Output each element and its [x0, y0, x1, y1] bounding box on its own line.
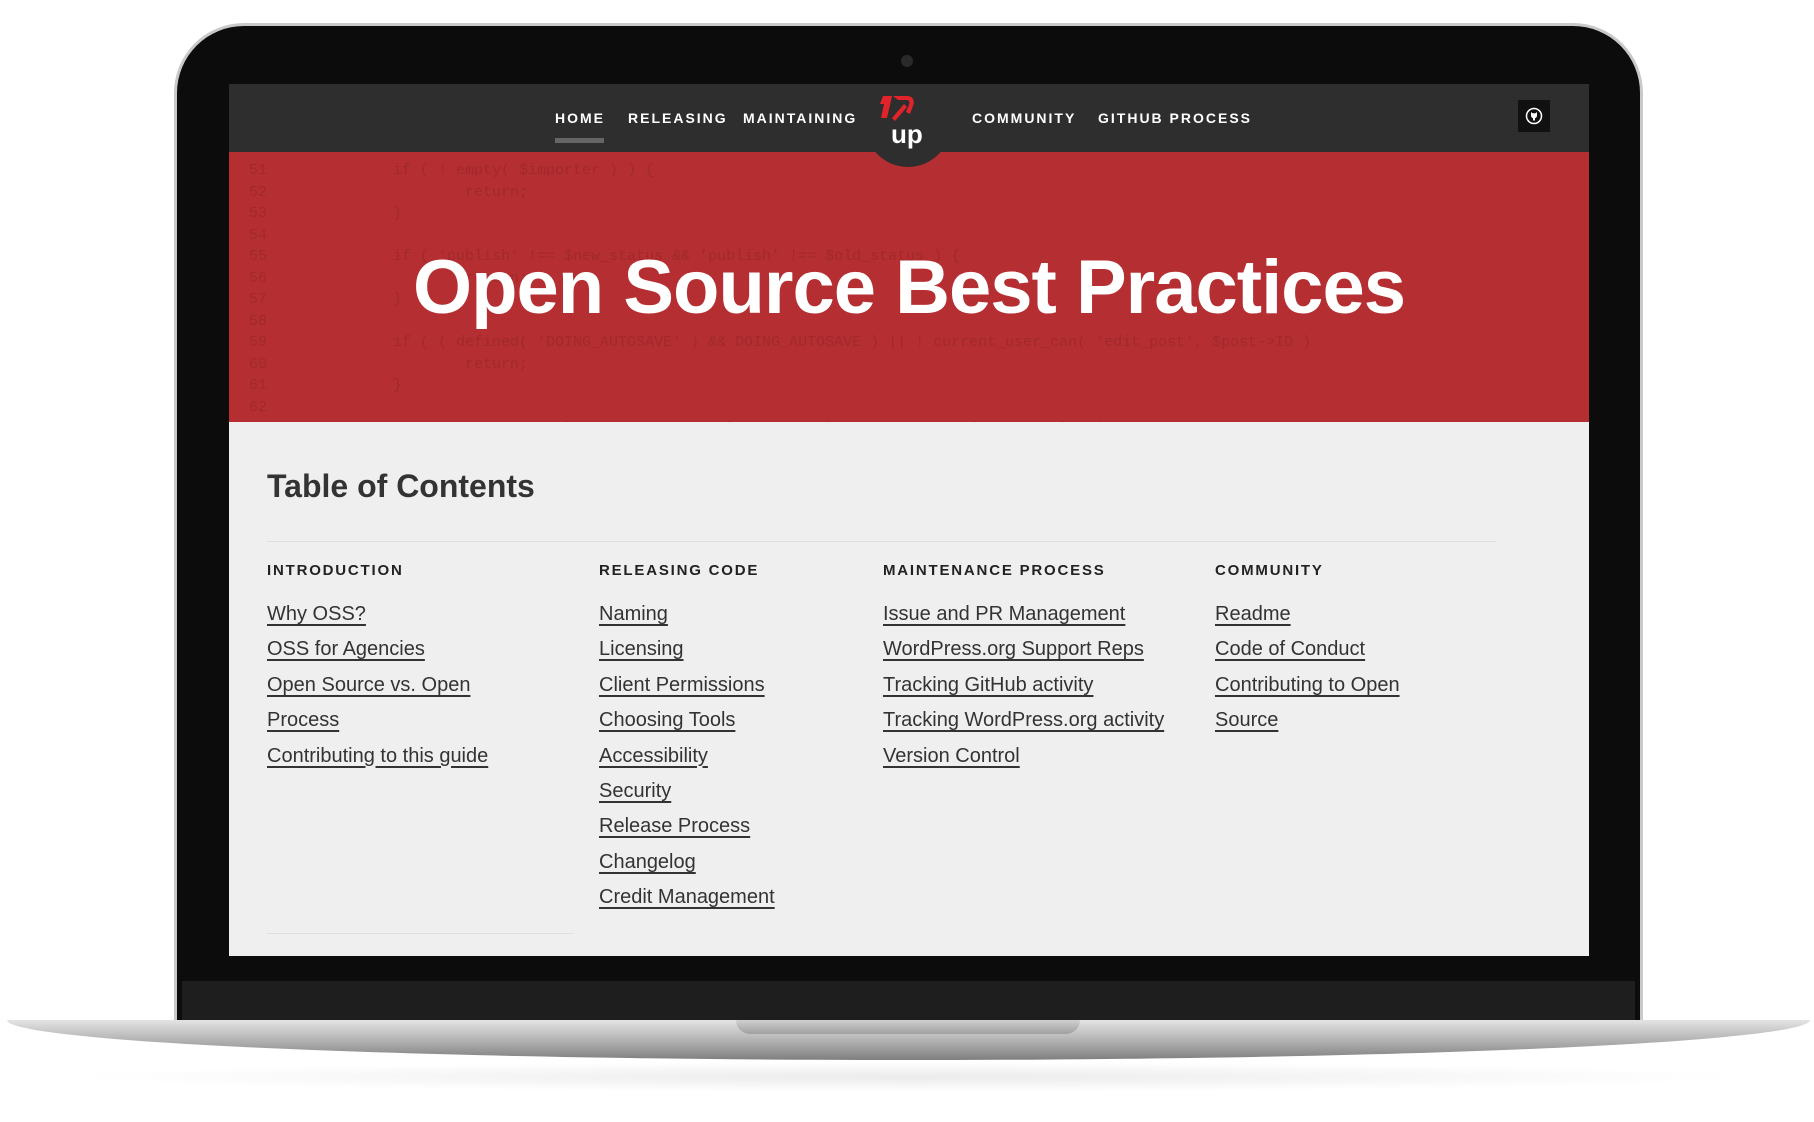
toc-link[interactable]: Release Process	[599, 809, 775, 844]
toc-column-releasing: RELEASING CODE Naming Licensing Client P…	[599, 562, 775, 916]
toc-link[interactable]: Tracking WordPress.org activity	[883, 703, 1164, 738]
toc-link[interactable]: Process	[267, 703, 488, 738]
toc-link[interactable]: Source	[1215, 703, 1400, 738]
column-heading: COMMUNITY	[1215, 562, 1324, 579]
toc-link[interactable]: Accessibility	[599, 739, 775, 774]
toc-link[interactable]: Client Permissions	[599, 668, 775, 703]
divider	[267, 933, 574, 934]
toc-link[interactable]: Changelog	[599, 845, 775, 880]
screen: HOME RELEASING MAINTAINING COMMUNITY GIT…	[229, 84, 1589, 956]
toc-link[interactable]: Version Control	[883, 739, 1164, 774]
toc-link[interactable]: Credit Management	[599, 880, 775, 915]
laptop-notch	[736, 1020, 1080, 1034]
toc-column-maintenance: MAINTENANCE PROCESS Issue and PR Managem…	[883, 562, 1164, 774]
toc-link[interactable]: Security	[599, 774, 775, 809]
divider	[267, 541, 1496, 542]
nav-github-process[interactable]: GITHUB PROCESS	[1098, 110, 1252, 126]
github-button[interactable]	[1518, 100, 1550, 132]
webcam	[901, 55, 913, 67]
hero-banner: 51 if ( ! empty( $importer ) ) { 52 retu…	[229, 152, 1589, 422]
page-title: Open Source Best Practices	[413, 245, 1406, 330]
laptop-shadow	[60, 1062, 1760, 1092]
toc-link[interactable]: Readme	[1215, 597, 1400, 632]
toc-link[interactable]: Contributing to Open	[1215, 668, 1400, 703]
toc-column-community: COMMUNITY Readme Code of Conduct Contrib…	[1215, 562, 1400, 739]
column-heading: INTRODUCTION	[267, 562, 404, 579]
nav-home[interactable]: HOME	[555, 110, 605, 126]
github-icon	[1525, 107, 1543, 125]
nav-community[interactable]: COMMUNITY	[972, 110, 1076, 126]
toc-link[interactable]: Naming	[599, 597, 775, 632]
toc-link[interactable]: Issue and PR Management	[883, 597, 1164, 632]
toc-link[interactable]: OSS for Agencies	[267, 632, 488, 667]
toc-link[interactable]: Licensing	[599, 632, 775, 667]
toc-column-introduction: INTRODUCTION Why OSS? OSS for Agencies O…	[267, 562, 488, 774]
toc-link[interactable]: Choosing Tools	[599, 703, 775, 738]
toc-link[interactable]: WordPress.org Support Reps	[883, 632, 1164, 667]
nav-maintaining[interactable]: MAINTAINING	[743, 110, 857, 126]
active-indicator	[555, 138, 604, 143]
toc-link[interactable]: Contributing to this guide	[267, 739, 488, 774]
10up-logo[interactable]: up	[865, 84, 951, 167]
toc-link[interactable]: Tracking GitHub activity	[883, 668, 1164, 703]
laptop-chin	[182, 981, 1635, 1021]
logo-mark: up	[880, 96, 923, 149]
toc-link[interactable]: Why OSS?	[267, 597, 488, 632]
toc-link[interactable]: Code of Conduct	[1215, 632, 1400, 667]
svg-text:up: up	[891, 119, 923, 149]
toc-title: Table of Contents	[267, 468, 535, 504]
nav-releasing[interactable]: RELEASING	[628, 110, 728, 126]
toc-link[interactable]: Open Source vs. Open	[267, 668, 488, 703]
column-heading: MAINTENANCE PROCESS	[883, 562, 1106, 579]
column-heading: RELEASING CODE	[599, 562, 760, 579]
